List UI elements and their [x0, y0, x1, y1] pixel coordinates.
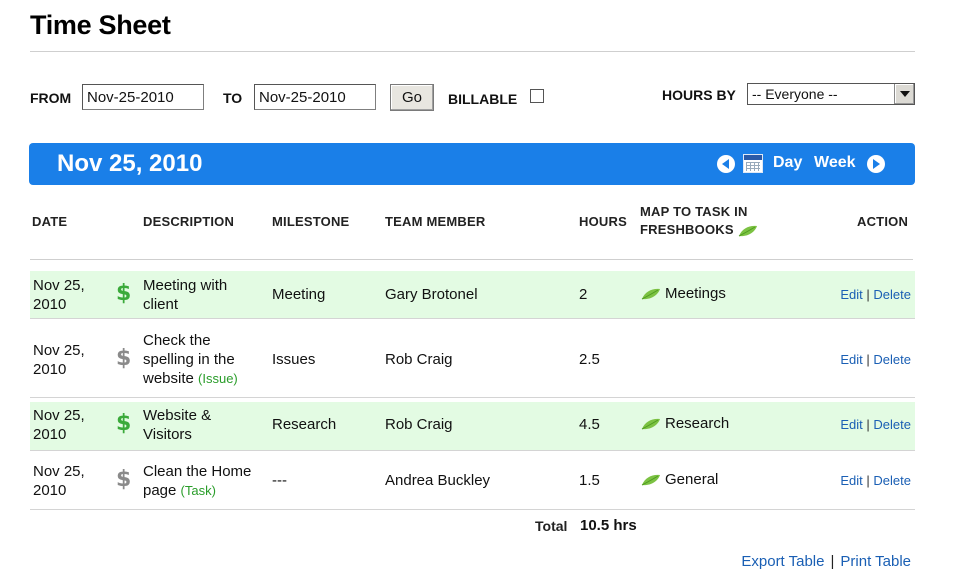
- billable-dollar-icon[interactable]: $: [116, 413, 131, 435]
- freshbooks-leaf-icon: [641, 474, 660, 486]
- col-header-map-line1: MAP TO TASK IN: [640, 204, 748, 219]
- col-header-hours: HOURS: [579, 214, 627, 229]
- header-divider: [30, 259, 913, 260]
- prev-arrow-icon[interactable]: [717, 155, 735, 173]
- hours-by-select[interactable]: -- Everyone --: [747, 83, 915, 105]
- week-view-link[interactable]: Week: [814, 154, 856, 172]
- from-date-input[interactable]: [82, 84, 204, 110]
- delete-link[interactable]: Delete: [873, 417, 911, 432]
- row-actions: Edit | Delete: [840, 287, 911, 302]
- row-milestone: Meeting: [272, 286, 326, 303]
- edit-link[interactable]: Edit: [840, 473, 862, 488]
- freshbooks-leaf-icon: [641, 418, 660, 430]
- row-description: Check the spelling in the website (Issue…: [143, 332, 238, 387]
- row-hours: 2.5: [579, 351, 600, 368]
- row-actions: Edit | Delete: [840, 473, 911, 488]
- row-description: Clean the Home page (Task): [143, 463, 252, 499]
- go-button[interactable]: Go: [390, 84, 434, 111]
- row-team-member: Rob Craig: [385, 416, 453, 433]
- row-hours: 4.5: [579, 416, 600, 433]
- date-header-bar: Nov 25, 2010 Day Week: [29, 143, 915, 185]
- dropdown-arrow-icon[interactable]: [894, 84, 914, 104]
- col-header-action: ACTION: [857, 214, 909, 229]
- footer-links: Export Table | Print Table: [741, 553, 911, 570]
- col-header-description: DESCRIPTION: [143, 214, 235, 229]
- billable-label: BILLABLE: [448, 91, 518, 107]
- freshbooks-leaf-icon: [641, 288, 660, 300]
- total-hours-value: 10.5 hrs: [580, 517, 637, 534]
- edit-link[interactable]: Edit: [840, 417, 862, 432]
- delete-link[interactable]: Delete: [873, 352, 911, 367]
- row-actions: Edit | Delete: [840, 417, 911, 432]
- row-team-member: Rob Craig: [385, 351, 453, 368]
- billable-checkbox[interactable]: [530, 89, 544, 103]
- delete-link[interactable]: Delete: [873, 287, 911, 302]
- edit-link[interactable]: Edit: [840, 352, 862, 367]
- freshbooks-leaf-icon: [738, 225, 757, 237]
- row-milestone: Issues: [272, 351, 316, 368]
- col-header-team-member: TEAM MEMBER: [385, 214, 486, 229]
- day-view-link[interactable]: Day: [773, 154, 802, 172]
- row-team-member: Gary Brotonel: [385, 286, 478, 303]
- row-description: Website & Visitors: [143, 407, 212, 443]
- from-label: FROM: [30, 90, 72, 106]
- col-header-date: DATE: [32, 214, 68, 229]
- row-milestone: Research: [272, 416, 337, 433]
- col-header-map-to-task: MAP TO TASK IN FRESHBOOKS: [640, 203, 758, 239]
- row-milestone: ---: [272, 472, 287, 489]
- nonbillable-dollar-icon[interactable]: $: [116, 348, 131, 370]
- table-row: Nov 25, 2010 $ Meeting with client Meeting…: [30, 271, 915, 319]
- current-date-title: Nov 25, 2010: [57, 150, 203, 177]
- col-header-map-line2: FRESHBOOKS: [640, 222, 734, 237]
- issue-tag-link[interactable]: (Issue): [198, 371, 238, 386]
- delete-link[interactable]: Delete: [873, 473, 911, 488]
- print-table-link[interactable]: Print Table: [840, 553, 911, 570]
- row-map-task: Research: [641, 414, 729, 433]
- task-tag-link[interactable]: (Task): [181, 483, 216, 498]
- table-row: Nov 25, 2010 $ Check the spelling in the …: [30, 322, 915, 398]
- table-row: Nov 25, 2010 $ Website & Visitors Research…: [30, 402, 915, 451]
- billable-dollar-icon[interactable]: $: [116, 283, 131, 305]
- row-description: Meeting with client: [143, 277, 228, 313]
- row-actions: Edit | Delete: [840, 352, 911, 367]
- hours-by-label: HOURS BY: [662, 87, 736, 103]
- export-table-link[interactable]: Export Table: [741, 553, 824, 570]
- title-divider: [30, 51, 915, 52]
- next-arrow-icon[interactable]: [867, 155, 885, 173]
- row-team-member: Andrea Buckley: [385, 472, 491, 489]
- row-date: Nov 25, 2010: [33, 463, 85, 499]
- total-label: Total: [535, 518, 568, 534]
- table-row: Nov 25, 2010 $ Clean the Home page (Task)…: [30, 455, 915, 510]
- row-date: Nov 25, 2010: [33, 342, 85, 378]
- row-date: Nov 25, 2010: [33, 277, 85, 313]
- hours-by-selected-value: -- Everyone --: [752, 86, 838, 102]
- row-hours: 1.5: [579, 472, 600, 489]
- col-header-milestone: MILESTONE: [272, 214, 350, 229]
- row-map-task: Meetings: [641, 284, 726, 303]
- to-label: TO: [223, 90, 243, 106]
- page-title: Time Sheet: [30, 10, 171, 40]
- calendar-icon[interactable]: [743, 154, 763, 173]
- row-date: Nov 25, 2010: [33, 407, 85, 443]
- row-hours: 2: [579, 286, 588, 303]
- nonbillable-dollar-icon[interactable]: $: [116, 469, 131, 491]
- to-date-input[interactable]: [254, 84, 376, 110]
- edit-link[interactable]: Edit: [840, 287, 862, 302]
- row-map-task: General: [641, 470, 718, 489]
